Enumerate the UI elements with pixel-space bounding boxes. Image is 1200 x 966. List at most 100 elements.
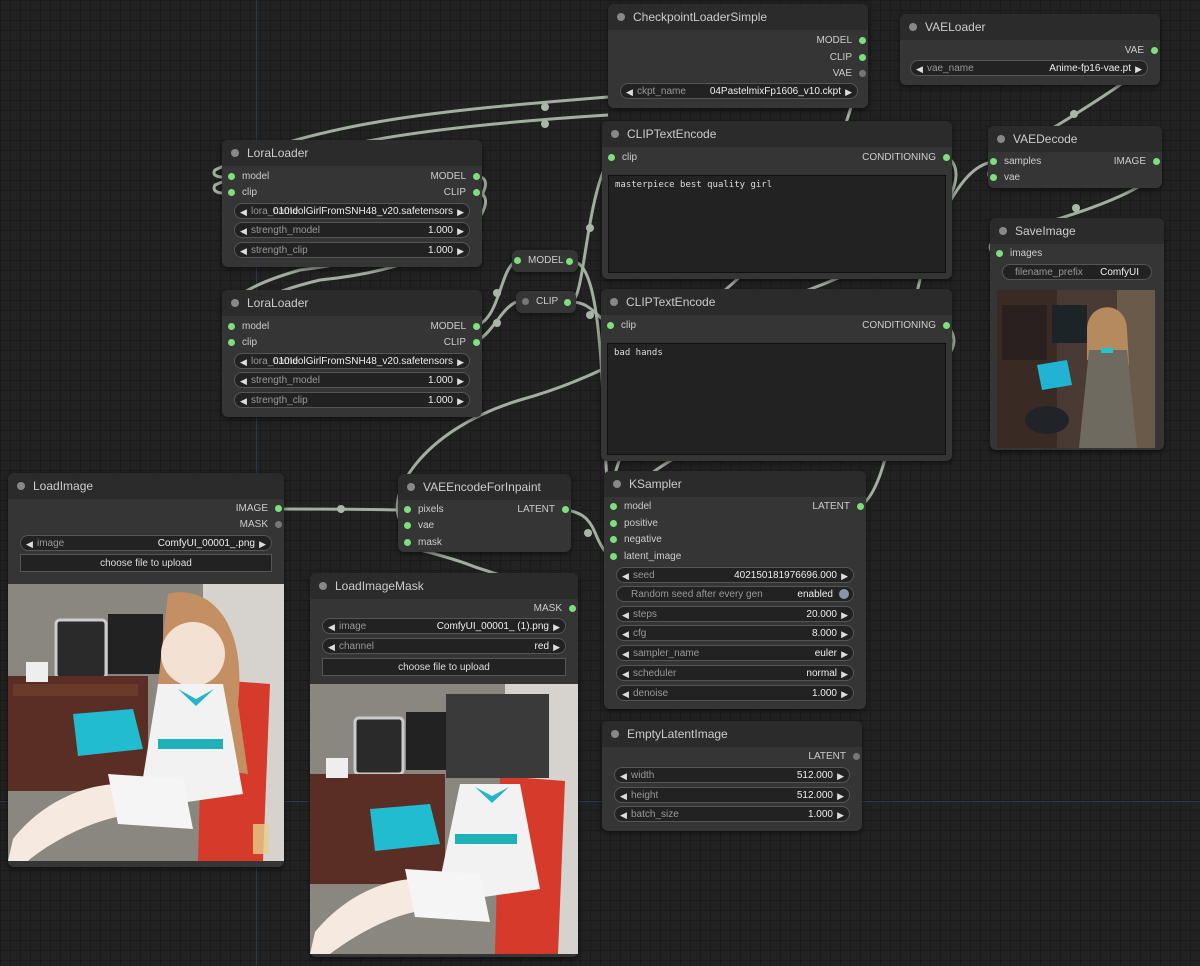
upload-button[interactable]: choose file to upload — [20, 554, 272, 572]
sampler-name-combo[interactable]: ◀ sampler_name euler ▶ — [616, 645, 854, 661]
prompt-textarea[interactable]: masterpiece best quality girl — [608, 175, 946, 273]
node-vae-decode[interactable]: VAEDecode samples vae IMAGE — [988, 126, 1162, 188]
height-number[interactable]: ◀ height 512.000 ▶ — [614, 787, 850, 803]
arrow-right-icon[interactable]: ▶ — [841, 626, 848, 642]
node-title[interactable]: SaveImage — [990, 218, 1164, 244]
node-load-image-mask[interactable]: LoadImageMask MASK ◀ image ComfyUI_00001… — [310, 573, 578, 957]
input-pin-icon[interactable] — [228, 323, 235, 330]
input-pin-icon[interactable] — [990, 174, 997, 181]
reroute-clip[interactable]: CLIP — [516, 291, 576, 313]
input-pin-icon[interactable] — [610, 520, 617, 527]
loaded-image-preview[interactable] — [8, 584, 284, 861]
output-latent[interactable]: LATENT — [812, 500, 866, 514]
input-model[interactable]: model — [226, 170, 269, 184]
strength-model-number[interactable]: ◀ strength_model 1.000 ▶ — [234, 222, 470, 238]
channel-combo[interactable]: ◀ channel red ▶ — [322, 638, 566, 654]
node-title[interactable]: LoraLoader — [222, 290, 482, 316]
output-mask[interactable]: MASK — [240, 518, 284, 532]
output-pin-icon[interactable] — [564, 299, 571, 306]
collapse-dot-icon[interactable] — [407, 483, 415, 491]
output-conditioning[interactable]: CONDITIONING — [862, 151, 952, 165]
node-lora-loader-2[interactable]: LoraLoader model clip MODEL CLIP ◀ lora_… — [222, 290, 482, 417]
output-model[interactable]: MODEL — [816, 34, 868, 48]
input-pin-icon[interactable] — [228, 339, 235, 346]
node-clip-text-encode-positive[interactable]: CLIPTextEncode clip CONDITIONING masterp… — [602, 121, 952, 279]
input-latent-image[interactable]: latent_image — [608, 550, 681, 564]
image-combo[interactable]: ◀ image ComfyUI_00001_.png ▶ — [20, 535, 272, 551]
arrow-right-icon[interactable]: ▶ — [457, 393, 464, 409]
input-negative[interactable]: negative — [608, 533, 662, 547]
collapse-dot-icon[interactable] — [999, 227, 1007, 235]
input-pin-icon[interactable] — [610, 536, 617, 543]
input-clip[interactable]: clip — [226, 336, 257, 350]
collapse-dot-icon[interactable] — [17, 482, 25, 490]
input-pin-icon[interactable] — [404, 539, 411, 546]
arrow-right-icon[interactable]: ▶ — [841, 686, 848, 702]
node-vae-encode-inpaint[interactable]: VAEEncodeForInpaint pixels vae mask LATE… — [398, 474, 571, 552]
arrow-right-icon[interactable]: ▶ — [845, 84, 852, 100]
arrow-left-icon[interactable]: ◀ — [240, 393, 247, 409]
arrow-right-icon[interactable]: ▶ — [457, 373, 464, 389]
output-clip[interactable]: CLIP — [830, 51, 868, 65]
node-title[interactable]: LoadImage — [8, 473, 284, 499]
input-pin-icon[interactable] — [607, 322, 614, 329]
reroute-input[interactable]: CLIP — [520, 295, 558, 309]
input-model[interactable]: model — [226, 320, 269, 334]
arrow-right-icon[interactable]: ▶ — [457, 223, 464, 239]
node-title[interactable]: VAEEncodeForInpaint — [398, 474, 571, 500]
input-pin-icon[interactable] — [608, 154, 615, 161]
arrow-left-icon[interactable]: ◀ — [240, 354, 247, 370]
output-image[interactable]: IMAGE — [236, 502, 284, 516]
arrow-right-icon[interactable]: ▶ — [457, 204, 464, 220]
node-title[interactable]: EmptyLatentImage — [602, 721, 862, 747]
output-pin-icon[interactable] — [859, 37, 866, 44]
input-clip[interactable]: clip — [606, 151, 637, 165]
cfg-number[interactable]: ◀ cfg 8.000 ▶ — [616, 625, 854, 641]
output-pin-icon[interactable] — [473, 173, 480, 180]
node-clip-text-encode-negative[interactable]: CLIPTextEncode clip CONDITIONING bad han… — [601, 289, 952, 461]
output-latent[interactable]: LATENT — [517, 503, 571, 517]
input-samples[interactable]: samples — [988, 155, 1041, 169]
output-model[interactable]: MODEL — [430, 170, 482, 184]
arrow-right-icon[interactable]: ▶ — [1135, 61, 1142, 77]
arrow-left-icon[interactable]: ◀ — [240, 243, 247, 259]
arrow-left-icon[interactable]: ◀ — [622, 666, 629, 682]
node-title[interactable]: KSampler — [604, 471, 866, 497]
output-pin-icon[interactable] — [859, 70, 866, 77]
input-pin-icon[interactable] — [990, 158, 997, 165]
node-load-image[interactable]: LoadImage IMAGE MASK ◀ image ComfyUI_000… — [8, 473, 284, 867]
input-pin-icon[interactable] — [522, 298, 529, 305]
collapse-dot-icon[interactable] — [231, 149, 239, 157]
strength-model-number[interactable]: ◀ strength_model 1.000 ▶ — [234, 372, 470, 388]
output-clip[interactable]: CLIP — [444, 186, 482, 200]
node-title[interactable]: CheckpointLoaderSimple — [608, 4, 868, 30]
toggle-knob-icon[interactable] — [839, 589, 849, 599]
node-save-image[interactable]: SaveImage images filename_prefix ComfyUI — [990, 218, 1164, 450]
collapse-dot-icon[interactable] — [997, 135, 1005, 143]
node-empty-latent-image[interactable]: EmptyLatentImage LATENT ◀ width 512.000 … — [602, 721, 862, 831]
output-pin-icon[interactable] — [943, 154, 950, 161]
collapse-dot-icon[interactable] — [231, 299, 239, 307]
output-pin-icon[interactable] — [275, 521, 282, 528]
lora-name-combo[interactable]: ◀ lora_name 010IdolGirlFromSNH48_v20.saf… — [234, 203, 470, 219]
arrow-left-icon[interactable]: ◀ — [916, 61, 923, 77]
output-mask[interactable]: MASK — [534, 602, 578, 616]
input-images[interactable]: images — [994, 247, 1042, 261]
node-ksampler[interactable]: KSampler model positive negative latent_… — [604, 471, 866, 709]
output-pin-icon[interactable] — [562, 506, 569, 513]
arrow-left-icon[interactable]: ◀ — [620, 768, 627, 784]
graph-canvas[interactable]: CheckpointLoaderSimple MODEL CLIP VAE ◀ … — [0, 0, 1200, 966]
strength-clip-number[interactable]: ◀ strength_clip 1.000 ▶ — [234, 392, 470, 408]
arrow-left-icon[interactable]: ◀ — [620, 807, 627, 823]
arrow-left-icon[interactable]: ◀ — [240, 204, 247, 220]
arrow-right-icon[interactable]: ▶ — [841, 568, 848, 584]
output-pin-icon[interactable] — [943, 322, 950, 329]
arrow-left-icon[interactable]: ◀ — [240, 373, 247, 389]
output-pin-icon[interactable] — [857, 503, 864, 510]
arrow-left-icon[interactable]: ◀ — [620, 788, 627, 804]
output-pin-icon[interactable] — [275, 505, 282, 512]
output-conditioning[interactable]: CONDITIONING — [862, 319, 952, 333]
collapse-dot-icon[interactable] — [617, 13, 625, 21]
arrow-right-icon[interactable]: ▶ — [841, 666, 848, 682]
node-lora-loader-1[interactable]: LoraLoader model clip MODEL CLIP ◀ lora_… — [222, 140, 482, 267]
